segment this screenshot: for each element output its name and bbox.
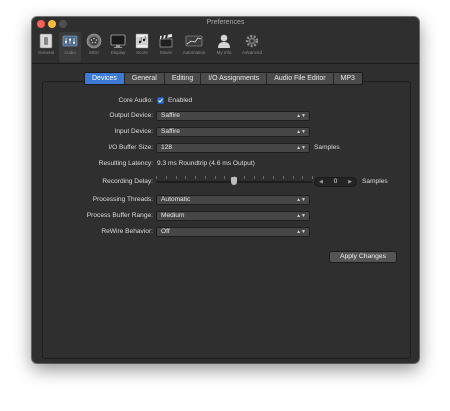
- slider-tick: [293, 176, 294, 179]
- window-title: Preferences: [206, 19, 245, 26]
- movie-clapper-icon: [159, 34, 173, 48]
- toolbar-label-audio: Audio: [64, 50, 76, 55]
- tab-editing[interactable]: Editing: [165, 73, 202, 84]
- output-device-value: Saffire: [161, 112, 180, 119]
- slider-tick: [166, 176, 167, 179]
- process-buffer-range-popup[interactable]: Medium ▲▼: [156, 211, 310, 221]
- core-audio-checkbox[interactable]: [157, 97, 164, 104]
- increment-arrow-icon[interactable]: ▶: [348, 178, 352, 186]
- general-switch-icon: [39, 33, 53, 49]
- slider-tick: [283, 176, 284, 179]
- slider-tick: [205, 176, 206, 179]
- preferences-toolbar: General Audio MIDI Display Score Movie A…: [32, 30, 419, 64]
- score-sheet-icon: [135, 33, 149, 49]
- tab-bar: Devices General Editing I/O Assignments …: [84, 72, 363, 85]
- apply-changes-button[interactable]: Apply Changes: [329, 251, 397, 263]
- toolbar-label-midi: MIDI: [89, 50, 99, 55]
- input-device-popup[interactable]: Saffire ▲▼: [156, 127, 310, 137]
- tab-general[interactable]: General: [125, 73, 165, 84]
- toolbar-label-movie: Movie: [159, 50, 172, 55]
- tab-io-assignments[interactable]: I/O Assignments: [201, 73, 268, 84]
- rewire-behavior-popup[interactable]: Off ▲▼: [156, 227, 310, 237]
- gear-icon: [245, 34, 259, 48]
- popup-arrows-icon: ▲▼: [296, 129, 306, 135]
- popup-arrows-icon: ▲▼: [296, 145, 306, 151]
- popup-arrows-icon: ▲▼: [296, 213, 306, 219]
- output-device-popup[interactable]: Saffire ▲▼: [156, 111, 310, 121]
- midi-port-icon: [86, 33, 102, 49]
- toolbar-item-audio[interactable]: Audio: [59, 32, 81, 62]
- slider-tick: [273, 176, 274, 179]
- toolbar-item-advanced[interactable]: Advanced: [240, 32, 264, 62]
- core-audio-label: Core Audio:: [118, 97, 153, 104]
- slider-tick: [254, 176, 255, 179]
- popup-arrows-icon: ▲▼: [296, 113, 306, 119]
- toolbar-item-midi[interactable]: MIDI: [83, 32, 105, 62]
- toolbar-label-display: Display: [110, 50, 126, 55]
- slider-tick: [224, 176, 225, 179]
- popup-arrows-icon: ▲▼: [296, 197, 306, 203]
- input-device-label: Input Device:: [114, 128, 153, 135]
- process-buffer-range-label: Process Buffer Range:: [86, 212, 153, 219]
- io-buffer-size-value: 128: [161, 144, 173, 151]
- slider-tick: [195, 176, 196, 179]
- toolbar-label-automation: Automation: [182, 50, 206, 55]
- slider-tick: [215, 176, 216, 179]
- display-monitor-icon: [110, 34, 126, 48]
- slider-tick: [185, 176, 186, 179]
- slider-tick: [176, 176, 177, 179]
- toolbar-item-display[interactable]: Display: [107, 32, 129, 62]
- recording-delay-slider-thumb[interactable]: [231, 177, 237, 185]
- recording-delay-unit: Samples: [362, 178, 388, 185]
- processing-threads-value: Automatic: [161, 196, 191, 203]
- preferences-window: Preferences General Audio MIDI Display S…: [32, 17, 419, 363]
- tab-mp3[interactable]: MP3: [334, 73, 362, 84]
- popup-arrows-icon: ▲▼: [296, 229, 306, 235]
- toolbar-label-score: Score: [136, 50, 148, 55]
- toolbar-item-automation[interactable]: Automation: [181, 32, 207, 62]
- toolbar-label-my-info: My Info: [216, 50, 232, 55]
- io-buffer-size-label: I/O Buffer Size:: [108, 144, 153, 151]
- slider-tick: [312, 176, 313, 179]
- tab-devices[interactable]: Devices: [85, 73, 125, 84]
- toolbar-item-score[interactable]: Score: [131, 32, 153, 62]
- recording-delay-label: Recording Delay:: [102, 178, 153, 185]
- slider-tick: [302, 176, 303, 179]
- processing-threads-label: Processing Threads:: [92, 196, 153, 203]
- io-buffer-size-popup[interactable]: 128 ▲▼: [156, 143, 310, 153]
- rewire-behavior-value: Off: [161, 228, 170, 235]
- audio-mixer-icon: [62, 35, 78, 47]
- toolbar-item-general[interactable]: General: [35, 32, 57, 62]
- slider-tick: [263, 176, 264, 179]
- process-buffer-range-value: Medium: [161, 212, 185, 219]
- slider-tick: [156, 176, 157, 179]
- io-buffer-size-unit: Samples: [314, 144, 340, 151]
- tab-audio-file-editor[interactable]: Audio File Editor: [267, 73, 334, 84]
- output-device-label: Output Device:: [109, 112, 153, 119]
- rewire-behavior-label: ReWire Behavior:: [101, 228, 153, 235]
- toolbar-item-my-info[interactable]: My Info: [213, 32, 235, 62]
- slider-tick: [244, 176, 245, 179]
- toolbar-label-advanced: Advanced: [241, 50, 262, 55]
- resulting-latency-label: Resulting Latency:: [98, 160, 153, 167]
- toolbar-item-movie[interactable]: Movie: [155, 32, 177, 62]
- toolbar-label-general: General: [37, 50, 54, 55]
- resulting-latency-value: 9.3 ms Roundtrip (4.6 ms Output): [157, 160, 255, 167]
- input-device-value: Saffire: [161, 128, 180, 135]
- person-silhouette-icon: [218, 34, 230, 48]
- processing-threads-popup[interactable]: Automatic ▲▼: [156, 195, 310, 205]
- core-audio-enabled-label: Enabled: [168, 97, 193, 104]
- automation-icon: [185, 35, 203, 47]
- recording-delay-stepper[interactable]: ◀ 0 ▶: [314, 177, 357, 187]
